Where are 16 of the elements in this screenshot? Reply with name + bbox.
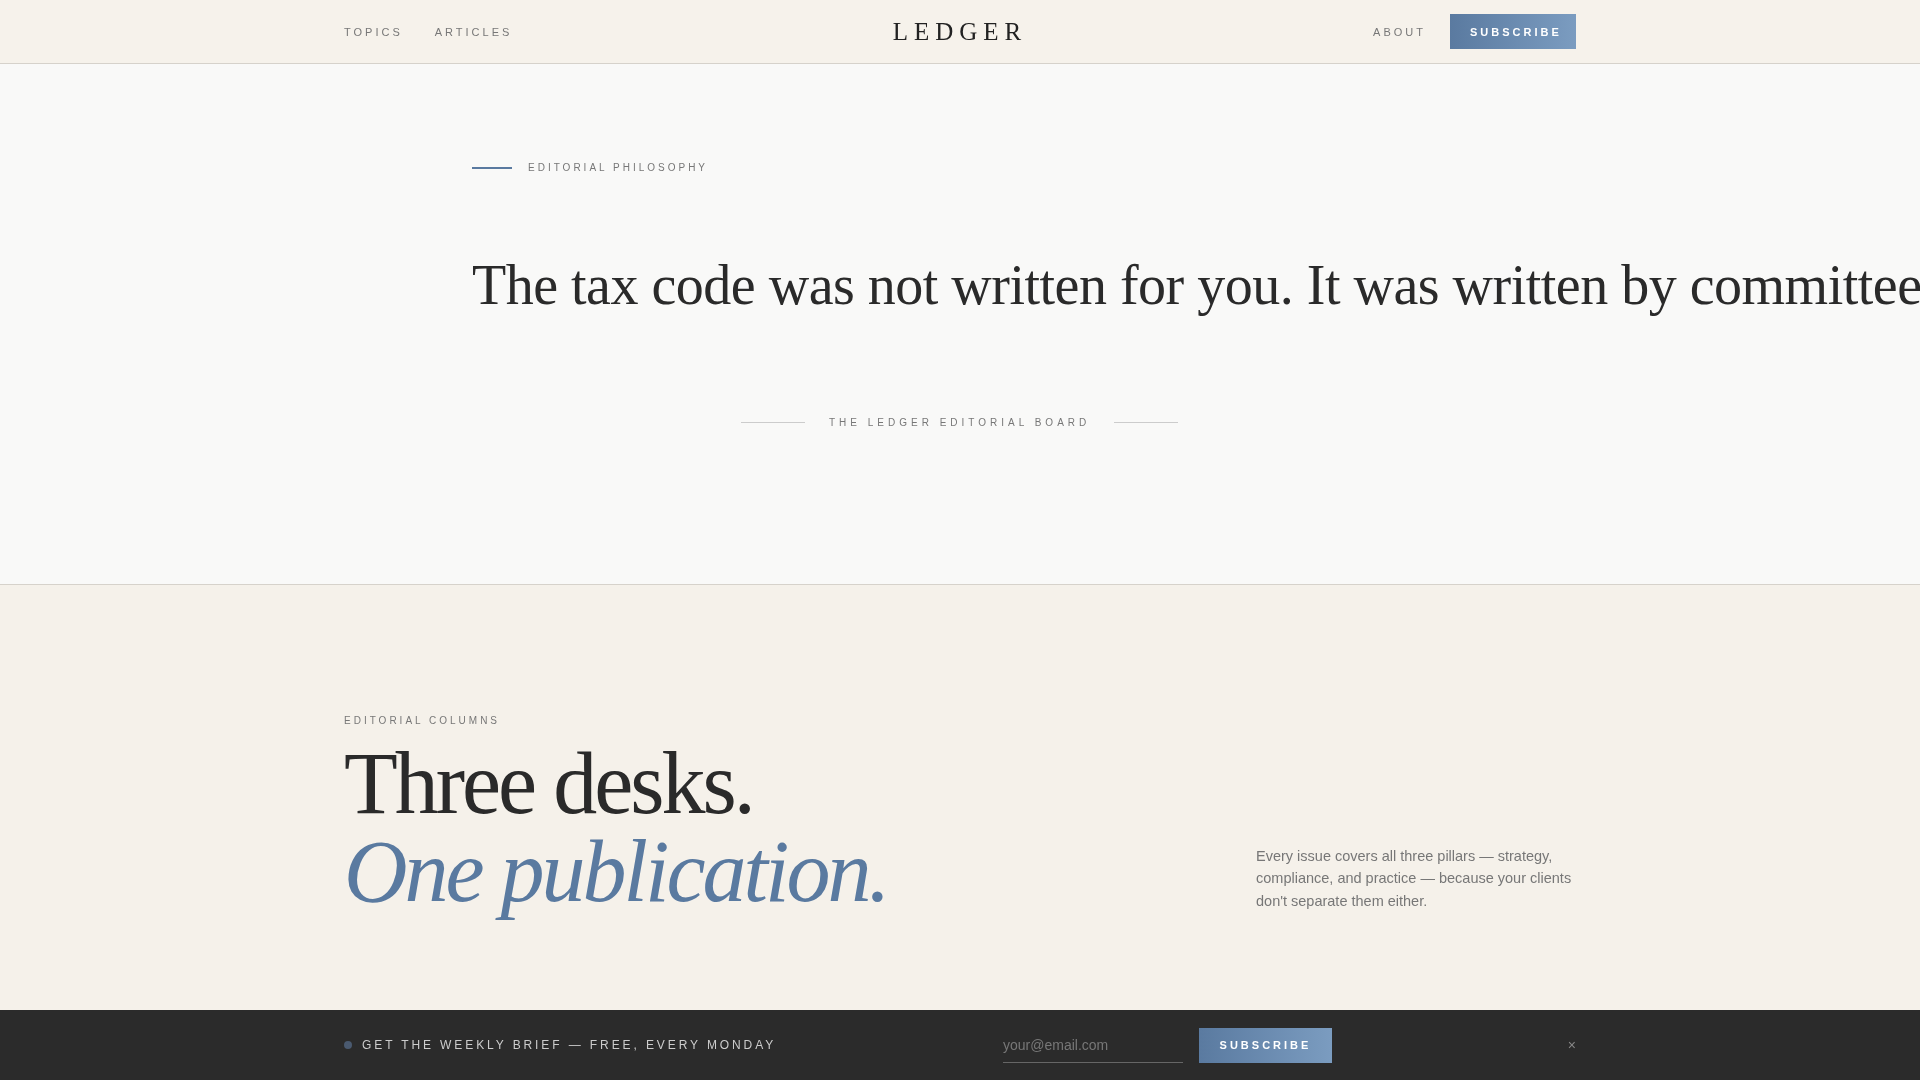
nav-link[interactable]: ABOUT [1373,25,1426,38]
nav-link[interactable]: ARTICLES [434,25,513,38]
description: Every issue covers all three pillars — strategy, compliance, and practice — because your clients don't separate them either. [1256,846,1573,911]
quote: The tax code was not written for you. It was written by committee [472,253,1920,317]
subscribe-button[interactable]: SUBSCRIBE [1199,1027,1332,1063]
subscribe-button[interactable]: SUBSCRIBE [1450,14,1576,49]
dot-icon [344,1041,352,1049]
logo[interactable]: LEDGER [892,17,1028,46]
headline: Three desks. [344,740,754,828]
email-field[interactable]: your@email.com [1003,1027,1183,1063]
nav-link[interactable]: TOPICS [344,25,403,38]
eyebrow-label: EDITORIAL PHILOSOPHY [528,162,709,173]
attribution: THE LEDGER EDITORIAL BOARD [829,417,1091,428]
newsletter-text: GET THE WEEKLY BRIEF — FREE, EVERY MONDAY [362,1038,777,1052]
close-button[interactable]: × [1567,1037,1576,1053]
eyebrow-label: EDITORIAL COLUMNS [344,715,502,726]
